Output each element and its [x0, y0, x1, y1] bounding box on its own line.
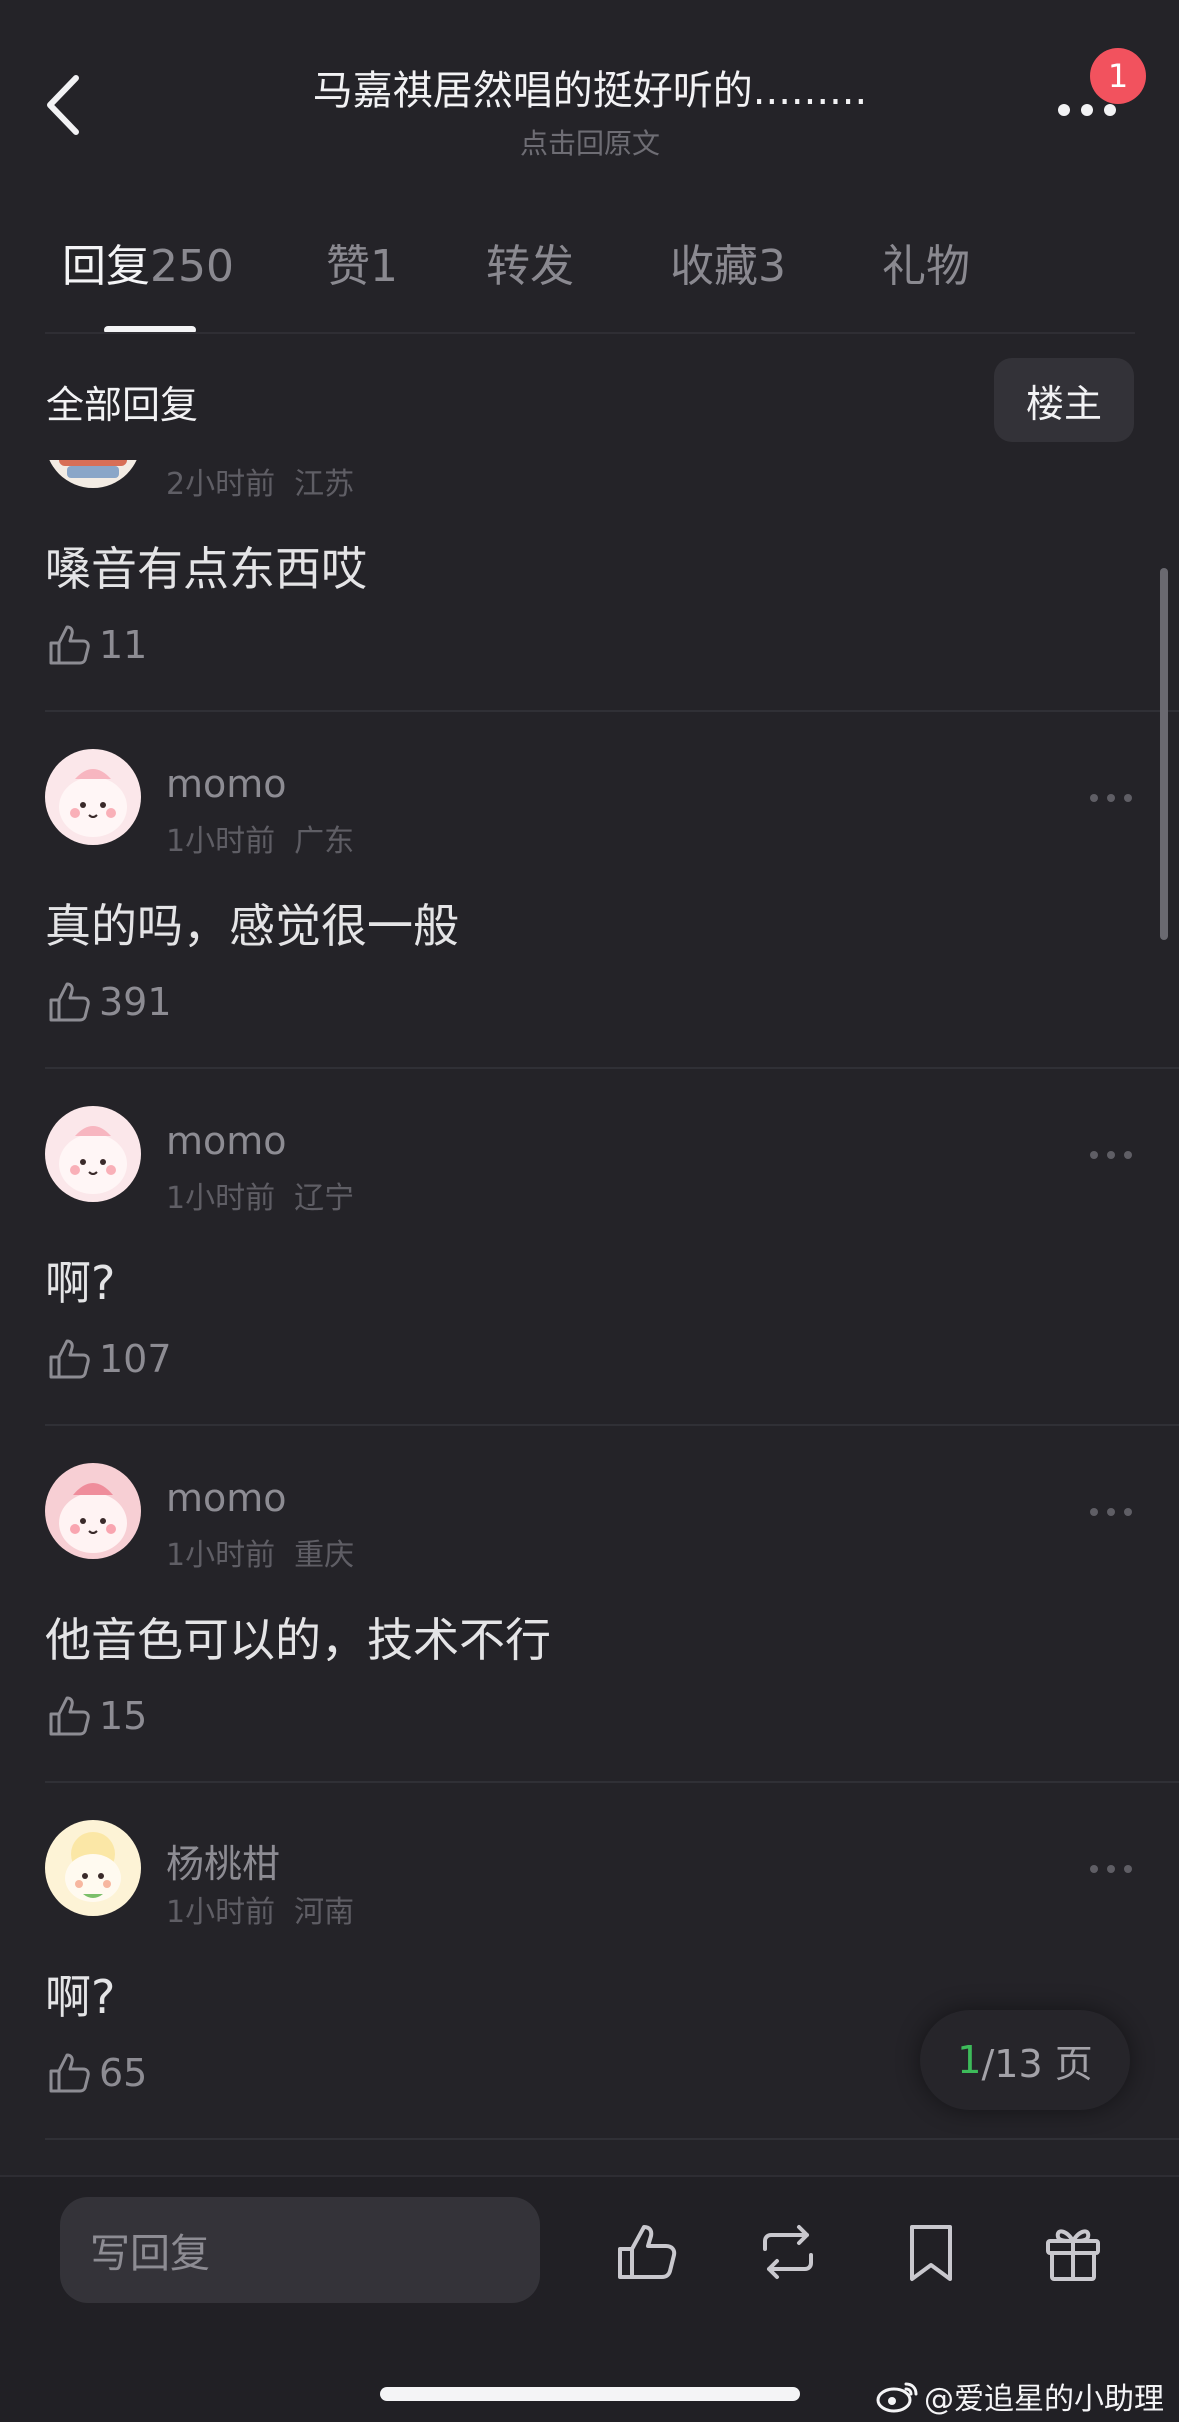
thumbs-up-icon: [49, 2053, 90, 2093]
total-pages: /13 页: [981, 2041, 1093, 2086]
back-arrow-icon[interactable]: [40, 70, 90, 140]
current-page: 1: [957, 2038, 982, 2082]
reply-input[interactable]: 写回复: [60, 2197, 540, 2303]
comment-text[interactable]: 啊?: [45, 1247, 115, 1313]
tab-label: 转发: [486, 241, 574, 292]
filter-row: 全部回复 楼主: [0, 358, 1179, 448]
like-button[interactable]: 107: [45, 1331, 172, 1387]
comment-text[interactable]: 嗓音有点东西哎: [45, 533, 367, 599]
page: 马嘉祺居然唱的挺好听的......... 点击回原文 1 回复250 赞1 转发…: [0, 0, 1179, 2422]
home-indicator[interactable]: [380, 2387, 800, 2401]
user-avatar[interactable]: [45, 749, 141, 845]
tab-label: 礼物: [882, 241, 970, 292]
watermark: @爱追星的小助理: [876, 2374, 1164, 2418]
user-avatar[interactable]: [45, 1463, 141, 1559]
user-avatar[interactable]: [45, 1106, 141, 1202]
tab-label: 回复: [62, 241, 150, 292]
like-count: 11: [99, 623, 148, 667]
comment-meta: 2小时前 江苏: [166, 467, 355, 502]
like-count: 107: [99, 1337, 172, 1381]
comment-item: momo 1小时前 广东 真的吗，感觉很一般 391: [0, 712, 1179, 1069]
thumbs-up-icon[interactable]: [614, 2219, 680, 2285]
like-button[interactable]: 65: [45, 2045, 147, 2101]
tab-likes[interactable]: 赞1: [326, 230, 398, 294]
username[interactable]: momo: [166, 1119, 287, 1163]
comment-meta: 1小时前 河南: [166, 1895, 355, 1930]
user-avatar[interactable]: [45, 460, 141, 488]
tab-label: 赞: [326, 241, 370, 292]
notification-badge: 1: [1090, 48, 1146, 104]
divider: [45, 2138, 1179, 2140]
tab-count: 250: [150, 241, 234, 292]
comment-more-icon[interactable]: [1088, 1149, 1134, 1161]
post-title[interactable]: 马嘉祺居然唱的挺好听的.........: [200, 58, 980, 116]
gift-icon[interactable]: [1040, 2219, 1106, 2285]
user-avatar[interactable]: [45, 1820, 141, 1916]
like-button[interactable]: 11: [45, 617, 147, 673]
like-count: 65: [99, 2051, 148, 2095]
username[interactable]: momo: [166, 1476, 287, 1520]
username[interactable]: momo: [166, 762, 287, 806]
comment-more-icon[interactable]: [1088, 1506, 1134, 1518]
header: 马嘉祺居然唱的挺好听的......... 点击回原文 1: [0, 0, 1179, 175]
page-indicator[interactable]: 1/13 页: [920, 2010, 1130, 2110]
tab-favorites[interactable]: 收藏3: [670, 230, 786, 294]
tab-count: 1: [370, 241, 398, 292]
comment-text[interactable]: 他音色可以的，技术不行: [45, 1604, 551, 1670]
comment-meta: 1小时前 重庆: [166, 1538, 355, 1573]
divider: [45, 332, 1135, 334]
tab-label: 收藏: [670, 241, 758, 292]
comment-more-icon[interactable]: [1088, 792, 1134, 804]
thumbs-up-icon: [49, 1339, 90, 1379]
comment-meta: 1小时前 辽宁: [166, 1181, 355, 1216]
tab-reposts[interactable]: 转发: [486, 230, 574, 294]
scrollbar[interactable]: [1160, 568, 1168, 940]
thumbs-up-icon: [49, 1696, 90, 1736]
like-button[interactable]: 391: [45, 974, 172, 1030]
thumbs-up-icon: [49, 625, 90, 665]
comment-item: momo 1小时前 辽宁 啊? 107: [0, 1069, 1179, 1426]
comment-more-icon[interactable]: [1088, 1863, 1134, 1875]
all-replies-label: 全部回复: [46, 383, 199, 427]
comment-text[interactable]: 啊?: [45, 1961, 115, 2027]
back-to-post-link[interactable]: 点击回原文: [200, 122, 980, 162]
tab-gifts[interactable]: 礼物: [882, 230, 970, 294]
tab-bar: 回复250 赞1 转发 收藏3 礼物: [0, 230, 1179, 340]
owner-only-button[interactable]: 楼主: [994, 358, 1134, 442]
like-count: 15: [99, 1694, 148, 1738]
bookmark-icon[interactable]: [898, 2219, 964, 2285]
comment-text[interactable]: 真的吗，感觉很一般: [45, 890, 459, 956]
weibo-logo-icon: [876, 2382, 918, 2413]
tab-replies[interactable]: 回复250: [62, 230, 234, 294]
repost-icon[interactable]: [755, 2219, 821, 2285]
comment-item: 2小时前 江苏 嗓音有点东西哎 11: [0, 460, 1179, 712]
like-count: 391: [99, 980, 172, 1024]
username[interactable]: 杨桃柑: [166, 1833, 280, 1888]
like-button[interactable]: 15: [45, 1688, 147, 1744]
tab-count: 3: [758, 241, 786, 292]
comment-list[interactable]: 2小时前 江苏 嗓音有点东西哎 11 momo 1小时前 广东 真的吗，感觉很一…: [0, 460, 1179, 2175]
thumbs-up-icon: [49, 982, 90, 1022]
comment-meta: 1小时前 广东: [166, 824, 355, 859]
post-title-area[interactable]: 马嘉祺居然唱的挺好听的......... 点击回原文: [200, 58, 980, 162]
comment-item: momo 1小时前 重庆 他音色可以的，技术不行 15: [0, 1426, 1179, 1783]
watermark-text: @爱追星的小助理: [924, 2382, 1164, 2417]
